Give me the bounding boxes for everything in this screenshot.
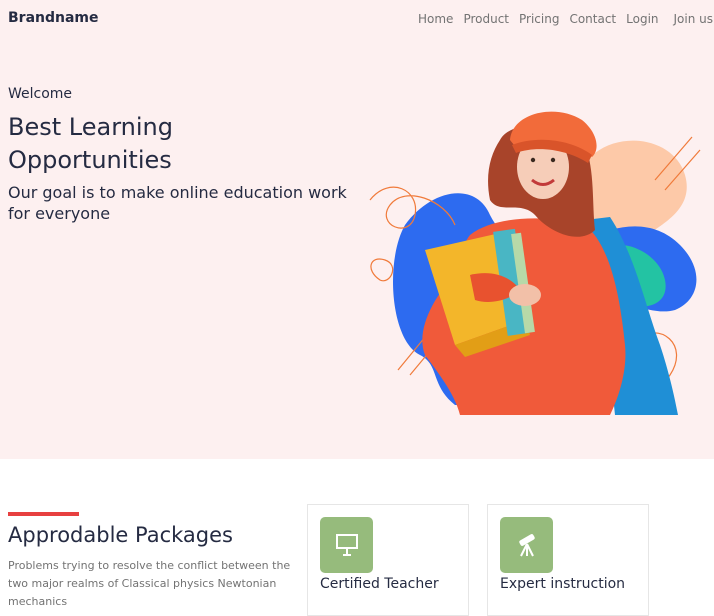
- hero-student-illustration: [369, 111, 701, 415]
- packages-description: Problems trying to resolve the conflict …: [8, 559, 291, 608]
- hand: [509, 284, 541, 306]
- brand-logo[interactable]: Brandname: [8, 10, 99, 26]
- card-icon-box: [500, 517, 553, 573]
- nav-pricing[interactable]: Pricing: [519, 12, 559, 26]
- telescope-icon: [518, 534, 535, 557]
- feature-card-certified-teacher[interactable]: Certified Teacher: [307, 504, 469, 616]
- feature-card-expert-instruction[interactable]: Expert instruction: [487, 504, 649, 616]
- hero-headline: Best Learning Opportunities: [8, 113, 173, 174]
- nav-contact[interactable]: Contact: [569, 12, 616, 26]
- card-title: Certified Teacher: [320, 576, 439, 592]
- nav-product[interactable]: Product: [463, 12, 509, 26]
- packages-section: Approdable Packages Problems trying to r…: [0, 459, 714, 616]
- nav-join-us[interactable]: Join us: [674, 12, 714, 26]
- hero-subheadline: Our goal is to make online education wor…: [8, 183, 347, 223]
- hero-section: Brandname Home Product Pricing Contact L…: [0, 0, 714, 459]
- eye-right: [550, 157, 556, 163]
- nav-home[interactable]: Home: [418, 12, 453, 26]
- presentation-board-icon: [335, 534, 358, 556]
- nav-login[interactable]: Login: [626, 12, 658, 26]
- packages-title: Approdable Packages: [8, 523, 233, 547]
- squiggle-2: [370, 258, 394, 282]
- card-title: Expert instruction: [500, 576, 626, 592]
- eye-left: [530, 157, 536, 163]
- main-nav: Home Product Pricing Contact Login Join …: [418, 12, 713, 26]
- accent-divider: [8, 512, 79, 516]
- card-icon-box: [320, 517, 373, 573]
- welcome-text: Welcome: [8, 86, 73, 102]
